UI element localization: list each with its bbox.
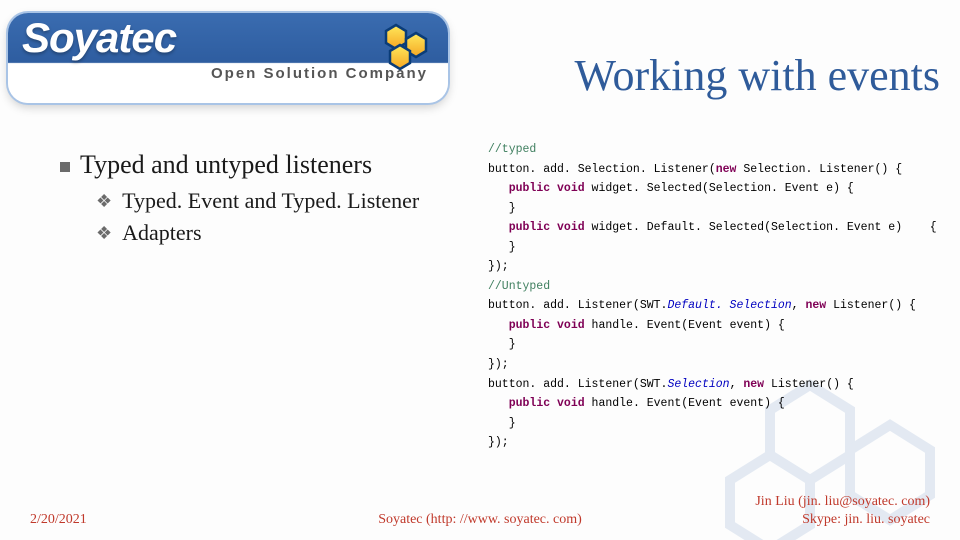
code-text: }); (488, 358, 509, 371)
code-text: } (509, 241, 516, 254)
code-text: button. add. Listener(SWT. (488, 299, 667, 312)
code-keyword: public void (509, 182, 585, 195)
code-text: handle. Event(Event event) { (585, 319, 785, 332)
code-text: button. add. Selection. Listener( (488, 163, 716, 176)
code-comment: //Untyped (488, 280, 550, 293)
code-keyword: new (716, 163, 737, 176)
code-keyword: new (743, 378, 764, 391)
sub-bullet-item: ❖ Adapters (96, 220, 460, 246)
code-text: Listener() { (764, 378, 854, 391)
code-text: Selection. Listener() { (736, 163, 902, 176)
logo-card: Soyatec Open Solution Company (8, 13, 448, 103)
code-text: } (509, 202, 516, 215)
code-text: , (730, 378, 744, 391)
code-text: } (509, 417, 516, 430)
logo: Soyatec Open Solution Company (8, 8, 448, 108)
square-bullet-icon (60, 162, 70, 172)
sub-bullet-text: Adapters (122, 220, 201, 246)
code-text: , (792, 299, 806, 312)
code-text: widget. Default. Selected(Selection. Eve… (585, 221, 937, 234)
sub-bullet-list: ❖ Typed. Event and Typed. Listener ❖ Ada… (96, 188, 460, 246)
code-static-field: Default. Selection (667, 299, 791, 312)
code-keyword: public void (509, 221, 585, 234)
code-text: widget. Selected(Selection. Event e) { (585, 182, 854, 195)
sub-bullet-item: ❖ Typed. Event and Typed. Listener (96, 188, 460, 214)
footer-right: Jin Liu (jin. liu@soyatec. com) Skype: j… (755, 493, 930, 528)
logo-hex-icon (370, 19, 440, 71)
footer-author: Jin Liu (jin. liu@soyatec. com) (755, 493, 930, 511)
code-text: Listener() { (826, 299, 916, 312)
sub-bullet-text: Typed. Event and Typed. Listener (122, 188, 419, 214)
footer-date: 2/20/2021 (30, 512, 87, 528)
code-keyword: public void (509, 319, 585, 332)
code-static-field: Selection (667, 378, 729, 391)
diamond-bullet-icon: ❖ (96, 192, 112, 210)
code-keyword: new (805, 299, 826, 312)
bullet-area: Typed and untyped listeners ❖ Typed. Eve… (60, 150, 460, 252)
bullet-main-text: Typed and untyped listeners (80, 150, 372, 180)
code-keyword: public void (509, 397, 585, 410)
code-text: handle. Event(Event event) { (585, 397, 785, 410)
footer: 2/20/2021 Soyatec (http: //www. soyatec.… (0, 493, 960, 528)
code-comment: //typed (488, 143, 536, 156)
code-text: }); (488, 436, 509, 449)
footer-center: Soyatec (http: //www. soyatec. com) (378, 512, 582, 528)
code-text: } (509, 338, 516, 351)
bullet-main: Typed and untyped listeners (60, 150, 460, 180)
code-text: button. add. Listener(SWT. (488, 378, 667, 391)
footer-skype: Skype: jin. liu. soyatec (755, 511, 930, 529)
code-block: //typed button. add. Selection. Listener… (488, 140, 943, 453)
code-text: }); (488, 260, 509, 273)
diamond-bullet-icon: ❖ (96, 224, 112, 242)
slide-title: Working with events (574, 50, 940, 101)
